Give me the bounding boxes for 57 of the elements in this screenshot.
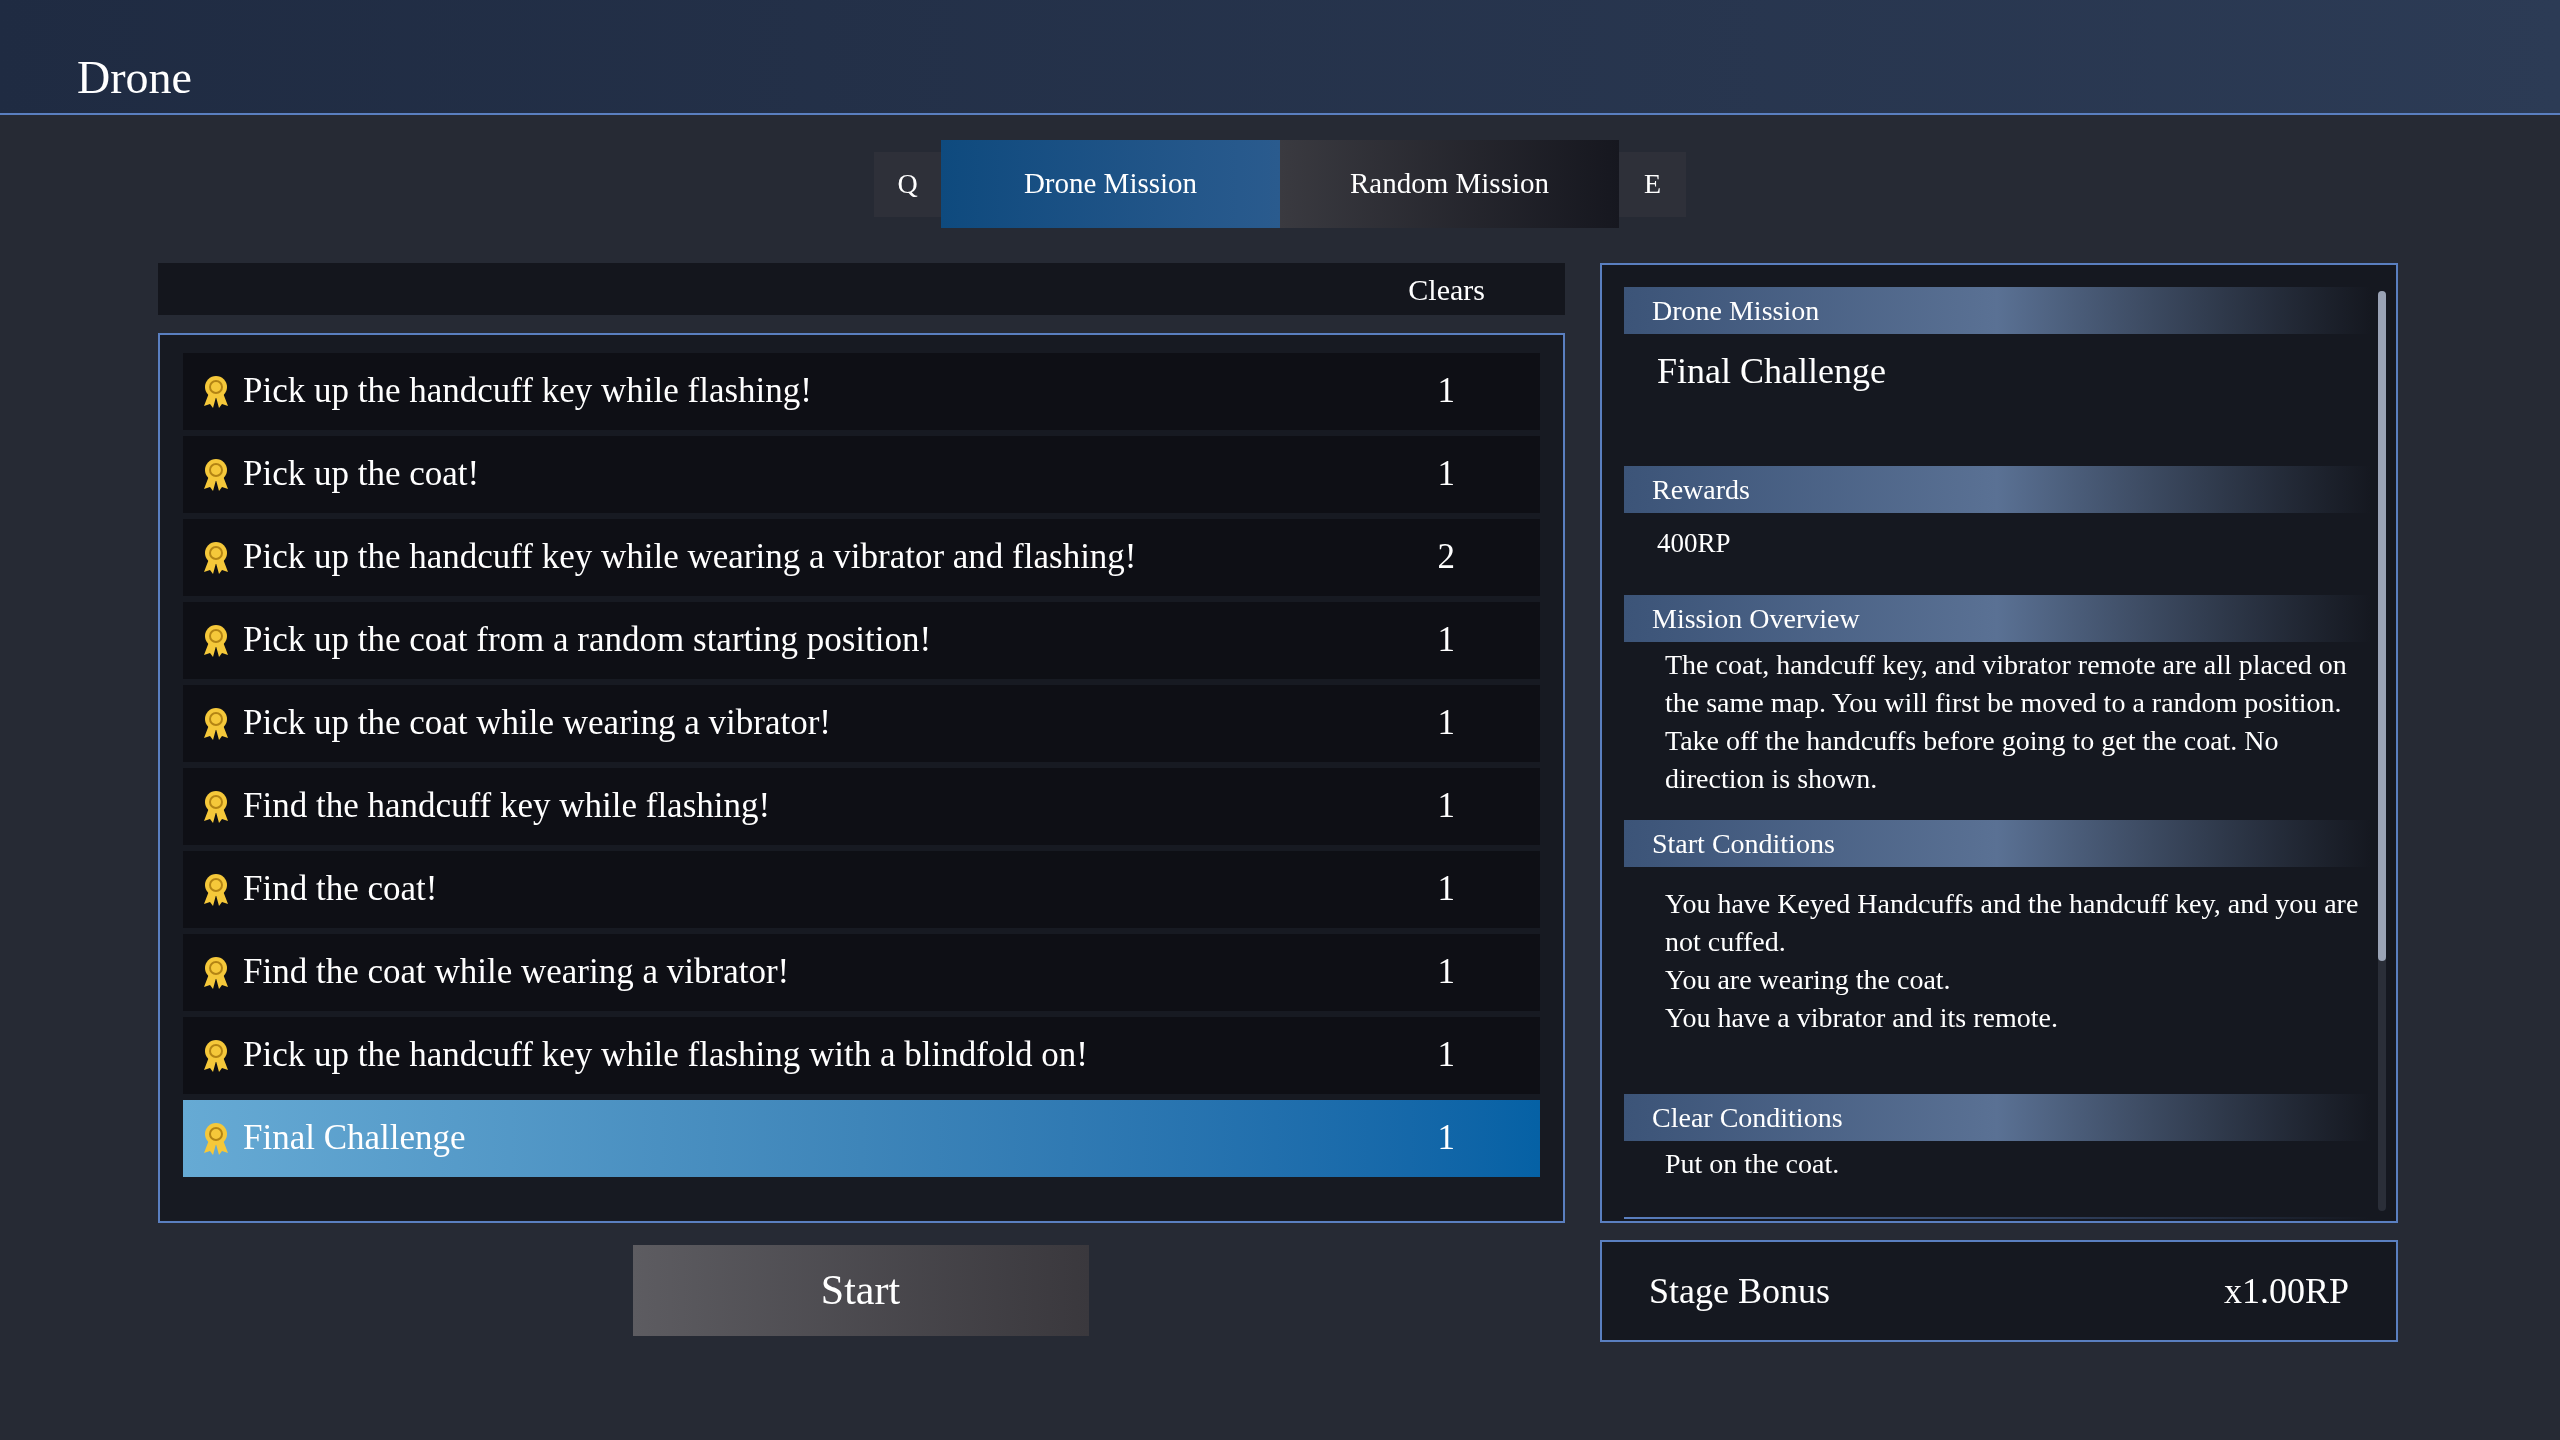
section-text: You are wearing the coat.	[1665, 963, 1952, 997]
clear-count: 1	[1437, 453, 1455, 496]
mission-row[interactable]: Pick up the coat! 1	[183, 436, 1540, 513]
medal-icon	[201, 1038, 231, 1073]
mission-tab[interactable]: Random Mission	[1280, 140, 1619, 228]
start-button[interactable]: Start	[632, 1245, 1089, 1336]
clear-count: 1	[1437, 1117, 1455, 1160]
mission-name: Find the coat while wearing a vibrator!	[243, 951, 791, 994]
medal-icon	[201, 1121, 231, 1156]
stage-bonus-value: x1.00RP	[2223, 1270, 2349, 1313]
section-text: Put on the coat.	[1665, 1147, 1841, 1181]
medal-icon	[201, 374, 231, 409]
mission-tab[interactable]: Drone Mission	[941, 140, 1280, 228]
page-title: Drone	[77, 55, 192, 101]
stage-bonus-label: Stage Bonus	[1649, 1270, 1830, 1313]
mission-name: Final Challenge	[243, 1117, 467, 1160]
section-text: You have a vibrator and its remote.	[1665, 1001, 2059, 1035]
key-hint[interactable]: E	[1619, 151, 1686, 217]
column-header: Clears	[1408, 271, 1485, 308]
mission-row[interactable]: Pick up the handcuff key while wearing a vibrator and flashing! 2	[183, 519, 1540, 596]
mission-name: Find the handcuff key while flashing!	[243, 785, 772, 828]
medal-icon	[201, 872, 231, 907]
mission-row[interactable]: Final Challenge 1	[183, 1100, 1540, 1177]
medal-icon	[201, 457, 231, 492]
medal-icon	[201, 623, 231, 658]
scrollbar-thumb[interactable]	[2378, 291, 2386, 961]
medal-icon	[201, 955, 231, 990]
mission-name: Pick up the coat from a random starting position!	[243, 619, 933, 662]
mission-row[interactable]: Pick up the coat from a random starting position! 1	[183, 602, 1540, 679]
medal-icon	[201, 540, 231, 575]
mission-title: Final Challenge	[1657, 350, 1887, 393]
clear-count: 1	[1437, 370, 1455, 413]
clear-count: 1	[1437, 868, 1455, 911]
clear-count: 2	[1437, 536, 1455, 579]
clear-count: 1	[1437, 785, 1455, 828]
mission-row[interactable]: Pick up the coat while wearing a vibrator! 1	[183, 685, 1540, 762]
medal-icon	[201, 706, 231, 741]
section-text: You have Keyed Handcuffs and the handcuff key, and you are not cuffed.	[1665, 887, 2360, 959]
mission-name: Pick up the handcuff key while wearing a vibrator and flashing!	[243, 536, 1138, 579]
mission-row[interactable]: Find the handcuff key while flashing! 1	[183, 768, 1540, 845]
mission-name: Pick up the handcuff key while flashing!	[243, 370, 813, 413]
mission-name: Pick up the handcuff key while flashing with a blindfold on!	[243, 1034, 1090, 1077]
clear-count: 1	[1437, 619, 1455, 662]
mission-row[interactable]: Find the coat! 1	[183, 851, 1540, 928]
clear-count: 1	[1437, 702, 1455, 745]
mission-name: Pick up the coat!	[243, 453, 481, 496]
key-hint[interactable]: Q	[874, 151, 941, 217]
mission-row[interactable]: Pick up the handcuff key while flashing with a blindfold on! 1	[183, 1017, 1540, 1094]
mission-name: Find the coat!	[243, 868, 439, 911]
clear-count: 1	[1437, 951, 1455, 994]
clear-count: 1	[1437, 1034, 1455, 1077]
mission-name: Pick up the coat while wearing a vibrator!	[243, 702, 832, 745]
section-text: The coat, handcuff key, and vibrator remote are all placed on the same map. You will first be moved to a random position. Take off the handcuffs before going to get the coat. No direction is shown.	[1665, 648, 2348, 796]
mission-row[interactable]: Pick up the handcuff key while flashing! 1	[183, 353, 1540, 430]
mission-row[interactable]: Find the coat while wearing a vibrator! 1	[183, 934, 1540, 1011]
reward-value: 400RP	[1657, 527, 1732, 560]
medal-icon	[201, 789, 231, 824]
